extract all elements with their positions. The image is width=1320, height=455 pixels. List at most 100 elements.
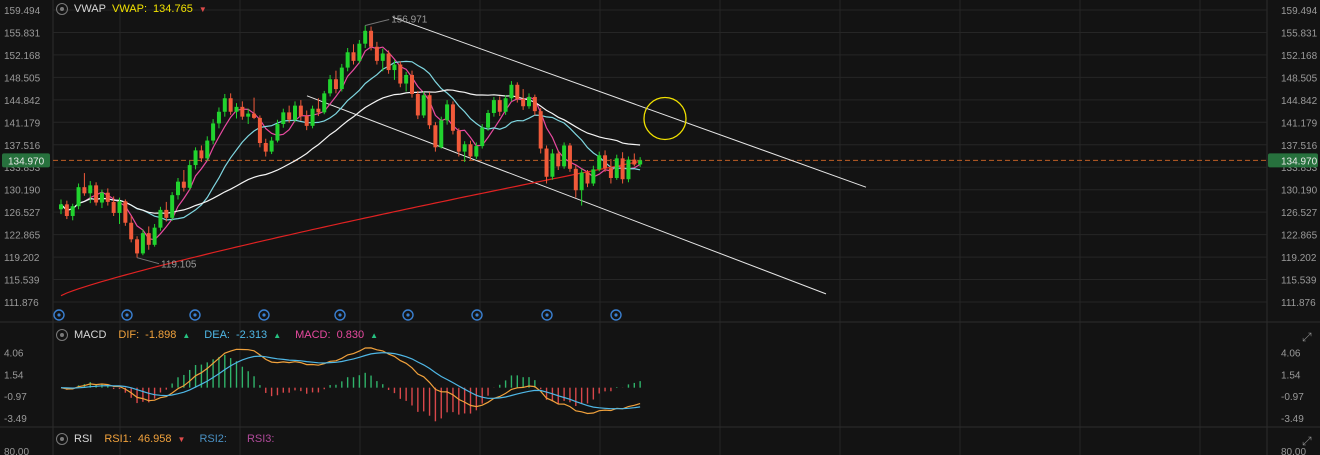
candle-body[interactable]	[193, 150, 198, 166]
candle-body[interactable]	[257, 117, 262, 144]
candle-body[interactable]	[620, 158, 625, 180]
candle-body[interactable]	[246, 113, 251, 117]
candle-body[interactable]	[503, 98, 508, 112]
candle-body[interactable]	[170, 195, 175, 218]
candle-body[interactable]	[486, 112, 491, 128]
gear-icon[interactable]	[56, 433, 68, 445]
candle-body[interactable]	[374, 46, 379, 61]
candle-body[interactable]	[205, 140, 210, 159]
main-indicator-name[interactable]: VWAP	[74, 3, 106, 15]
candle-body[interactable]	[538, 111, 543, 149]
candle-body[interactable]	[585, 172, 590, 184]
candle-body[interactable]	[509, 84, 514, 99]
chart-stage[interactable]: 159.494 155.831 152.168 148.505 144.842 141.1…	[0, 0, 1320, 455]
candle-body[interactable]	[70, 206, 75, 217]
candle-body[interactable]	[579, 172, 584, 191]
candle-body[interactable]	[480, 127, 485, 147]
candle-body[interactable]	[521, 98, 526, 107]
candle-body[interactable]	[398, 64, 403, 84]
candle-body[interactable]	[211, 123, 216, 141]
candle-body[interactable]	[421, 95, 426, 116]
candle-body[interactable]	[333, 79, 338, 90]
chart-svg[interactable]: 159.494 155.831 152.168 148.505 144.842 141.1…	[0, 0, 1320, 455]
event-markers[interactable]	[53, 309, 622, 321]
candle-body[interactable]	[380, 53, 385, 61]
macd-indicator-name[interactable]: MACD	[74, 329, 106, 341]
candle-body[interactable]	[269, 140, 274, 152]
rsi-pane[interactable]: 80.00 80.00	[4, 447, 1306, 455]
candle-body[interactable]	[415, 93, 420, 116]
candle-body[interactable]	[532, 97, 537, 112]
candle-body[interactable]	[117, 201, 122, 213]
candle-body[interactable]	[105, 192, 110, 202]
expand-icon[interactable]: ⤢	[1302, 330, 1312, 345]
candle-body[interactable]	[591, 169, 596, 184]
candle-body[interactable]	[497, 100, 502, 112]
candle-body[interactable]	[111, 201, 116, 213]
candle-body[interactable]	[638, 160, 643, 165]
candle-body[interactable]	[64, 204, 69, 217]
candle-body[interactable]	[59, 204, 63, 210]
candle-body[interactable]	[462, 144, 467, 152]
candle-body[interactable]	[450, 104, 455, 131]
candle-body[interactable]	[82, 187, 87, 194]
candle-body[interactable]	[328, 79, 333, 94]
candle-body[interactable]	[228, 98, 233, 112]
candle-body[interactable]	[222, 98, 227, 112]
candle-body[interactable]	[158, 209, 163, 228]
candle-body[interactable]	[304, 116, 309, 126]
candle-body[interactable]	[573, 168, 578, 191]
candle-body[interactable]	[135, 239, 140, 254]
candle-body[interactable]	[252, 113, 257, 118]
candle-body[interactable]	[310, 108, 315, 126]
candle-body[interactable]	[445, 104, 450, 121]
candle-body[interactable]	[275, 124, 280, 141]
candle-body[interactable]	[544, 148, 549, 177]
candle-body[interactable]	[293, 105, 297, 120]
candle-body[interactable]	[287, 112, 292, 120]
candle-body[interactable]	[76, 187, 81, 207]
candle-body[interactable]	[439, 120, 444, 148]
gear-icon[interactable]	[56, 3, 68, 15]
candle-body[interactable]	[176, 181, 180, 196]
candle-body[interactable]	[456, 130, 461, 152]
candle-body[interactable]	[597, 155, 602, 170]
candle-body[interactable]	[515, 84, 520, 99]
candle-body[interactable]	[216, 111, 221, 124]
candle-body[interactable]	[140, 233, 145, 254]
candle-body[interactable]	[474, 146, 479, 157]
candle-body[interactable]	[608, 168, 613, 178]
candle-body[interactable]	[298, 105, 303, 117]
candle-body[interactable]	[357, 43, 362, 61]
candle-body[interactable]	[363, 30, 368, 44]
candle-body[interactable]	[550, 153, 555, 177]
candle-body[interactable]	[94, 185, 99, 203]
candle-body[interactable]	[567, 145, 572, 169]
candle-body[interactable]	[322, 93, 327, 113]
candle-body[interactable]	[129, 222, 134, 240]
candle-body[interactable]	[345, 52, 350, 68]
candle-body[interactable]	[263, 143, 268, 152]
candle-body[interactable]	[491, 100, 496, 113]
candle-body[interactable]	[316, 108, 321, 113]
candle-body[interactable]	[626, 159, 631, 180]
candle-body[interactable]	[410, 74, 414, 94]
candle-body[interactable]	[603, 155, 608, 169]
candle-body[interactable]	[181, 181, 186, 188]
candle-body[interactable]	[404, 74, 409, 84]
candle-body[interactable]	[281, 112, 286, 125]
candle-body[interactable]	[632, 159, 637, 165]
candle-body[interactable]	[369, 30, 374, 47]
candle-body[interactable]	[562, 145, 567, 167]
candle-body[interactable]	[187, 165, 192, 188]
gear-icon[interactable]	[56, 329, 68, 341]
candle-body[interactable]	[199, 150, 204, 159]
macd-pane[interactable]: 4.06 4.06 1.54 1.54 -0.97 -0.97 -3.49 -3.49	[4, 347, 1304, 425]
candle-body[interactable]	[392, 64, 397, 71]
candle-body[interactable]	[164, 209, 169, 218]
candle-body[interactable]	[146, 233, 151, 245]
candle-body[interactable]	[468, 144, 473, 157]
candle-body[interactable]	[240, 106, 245, 117]
candle-body[interactable]	[433, 125, 438, 148]
candle-body[interactable]	[614, 158, 619, 178]
